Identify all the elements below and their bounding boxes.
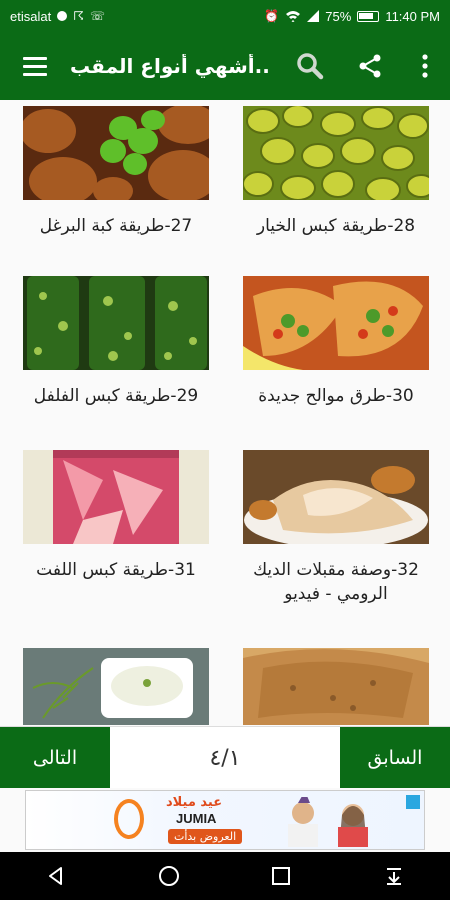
pagination-bar: التالى ٤/١ السابق — [0, 726, 450, 789]
ad-area: عيد ميلاد JUMIA العروض بدأت — [0, 788, 450, 852]
search-icon[interactable] — [280, 32, 340, 100]
recipe-grid: 28-طريقة كبس الخيار 27-طريقة كبة البرغل … — [0, 100, 450, 725]
ad-cta: العروض بدأت — [168, 829, 243, 844]
ad-brand: JUMIA — [176, 811, 217, 826]
more-vert-icon[interactable] — [400, 32, 450, 100]
recipe-thumbnail — [243, 648, 429, 725]
back-icon[interactable] — [26, 852, 86, 900]
page-indicator: ٤/١ — [209, 745, 241, 771]
recipe-card[interactable]: 29-طريقة كبس الفلفل — [16, 276, 216, 446]
recipe-title: 28-طريقة كبس الخيار — [256, 216, 416, 236]
share-icon[interactable] — [340, 32, 400, 100]
ad-banner[interactable]: عيد ميلاد JUMIA العروض بدأت — [25, 790, 425, 850]
recipe-thumbnail — [243, 450, 429, 544]
recipe-thumbnail — [243, 106, 429, 200]
alarm-icon: ⏰ — [264, 9, 280, 23]
menu-icon[interactable] — [0, 32, 70, 100]
previous-button[interactable]: السابق — [340, 727, 450, 789]
recipe-card[interactable]: 30-طرق موالح جديدة — [236, 276, 436, 446]
battery-percent: 75% — [325, 8, 352, 24]
recents-icon[interactable] — [251, 852, 311, 900]
ad-title: عيد ميلاد — [166, 795, 223, 810]
recipe-card[interactable] — [236, 648, 436, 725]
clock: 11:40 PM — [385, 8, 440, 24]
page-title: أشهي أنواع المقب.. — [70, 54, 270, 78]
notification-dot-icon — [57, 11, 68, 21]
recipe-thumbnail — [23, 106, 209, 200]
carrier-name: etisalat — [10, 8, 52, 24]
system-nav-bar — [0, 852, 450, 900]
signal-icon — [307, 10, 320, 22]
ad-logo — [114, 799, 144, 839]
notification-pull-icon[interactable] — [364, 852, 424, 900]
battery-icon — [357, 10, 380, 22]
recipe-thumbnail — [23, 648, 209, 725]
whatsapp-icon: ☏ — [89, 9, 105, 23]
recipe-card[interactable]: 31-طريقة كبس اللفت — [16, 450, 216, 620]
recipe-card[interactable]: 27-طريقة كبة البرغل — [16, 106, 216, 276]
recipe-card[interactable] — [16, 648, 216, 725]
usb-icon: ☈ — [73, 9, 84, 23]
app-bar: أشهي أنواع المقب.. — [0, 32, 450, 100]
recipe-title: 31-طريقة كبس اللفت — [36, 560, 196, 580]
recipe-thumbnail — [23, 450, 209, 544]
home-icon[interactable] — [139, 852, 199, 900]
recipe-card[interactable]: 28-طريقة كبس الخيار — [236, 106, 436, 276]
ad-people-image — [288, 797, 368, 847]
recipe-title: 32-وصفة مقبلات الديك الرومي - فيديو — [253, 560, 419, 604]
recipe-title: 30-طرق موالح جديدة — [258, 386, 414, 406]
recipe-title: 27-طريقة كبة البرغل — [39, 216, 193, 236]
recipe-card[interactable]: 32-وصفة مقبلات الديك الرومي - فيديو — [236, 450, 436, 620]
next-button[interactable]: التالى — [0, 727, 110, 789]
status-bar: etisalat ☈ ☏ ⏰ 75% 11:40 PM — [0, 0, 450, 32]
recipe-thumbnail — [243, 276, 429, 370]
wifi-icon — [286, 11, 301, 22]
recipe-thumbnail — [23, 276, 209, 370]
ad-choices-icon[interactable] — [406, 795, 420, 809]
recipe-title: 29-طريقة كبس الفلفل — [33, 386, 199, 406]
